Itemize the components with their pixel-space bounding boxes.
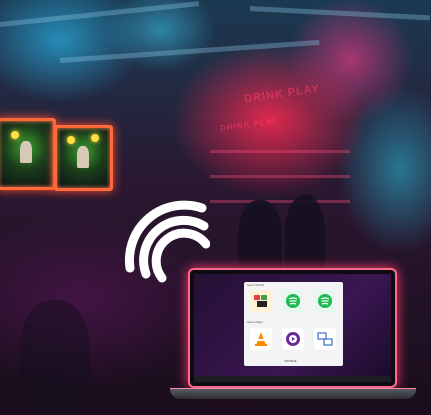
section-title: Select / Fill URL	[247, 284, 265, 287]
device-mirror-tile[interactable]	[314, 328, 336, 350]
section-title: Select a Player	[247, 321, 264, 324]
tv-screen-left	[0, 118, 56, 190]
device-mirror-icon	[317, 332, 333, 346]
performer	[19, 140, 32, 163]
patron-silhouette	[20, 300, 90, 410]
music-player-tile[interactable]	[282, 328, 304, 350]
spotify-icon	[286, 294, 300, 308]
bar-shelf	[210, 175, 350, 178]
media-bundle-icon	[254, 295, 267, 307]
spotify-tile[interactable]	[282, 290, 304, 312]
performer	[77, 146, 90, 168]
taskbar	[194, 376, 391, 382]
bar-shelf	[210, 200, 350, 203]
stage-light	[67, 136, 75, 144]
spotify-tile[interactable]	[314, 290, 336, 312]
bar-shelf	[210, 150, 350, 153]
vlc-tile[interactable]	[250, 328, 272, 350]
stage-light	[11, 131, 19, 139]
neon-sign: DRINK PLAY	[243, 82, 321, 106]
continue-button[interactable]: CONTINUE	[284, 360, 296, 363]
stage-light	[91, 134, 99, 142]
music-player-icon	[286, 332, 300, 346]
desktop: Select / Fill URL Select a Player CONTIN…	[194, 274, 391, 382]
tv-screen-right	[54, 125, 113, 191]
media-bundle-tile[interactable]	[250, 290, 272, 312]
vlc-icon	[255, 332, 267, 346]
laptop-base	[170, 388, 416, 399]
spotify-icon	[318, 294, 332, 308]
ceiling-pipe	[249, 6, 430, 21]
ceiling-pipe	[0, 1, 200, 27]
app-window: Select / Fill URL Select a Player CONTIN…	[244, 282, 343, 366]
ceiling-pipe	[59, 39, 320, 63]
neon-sign: DRINK PLAY	[219, 115, 279, 134]
laptop-screen: Select / Fill URL Select a Player CONTIN…	[188, 268, 397, 388]
